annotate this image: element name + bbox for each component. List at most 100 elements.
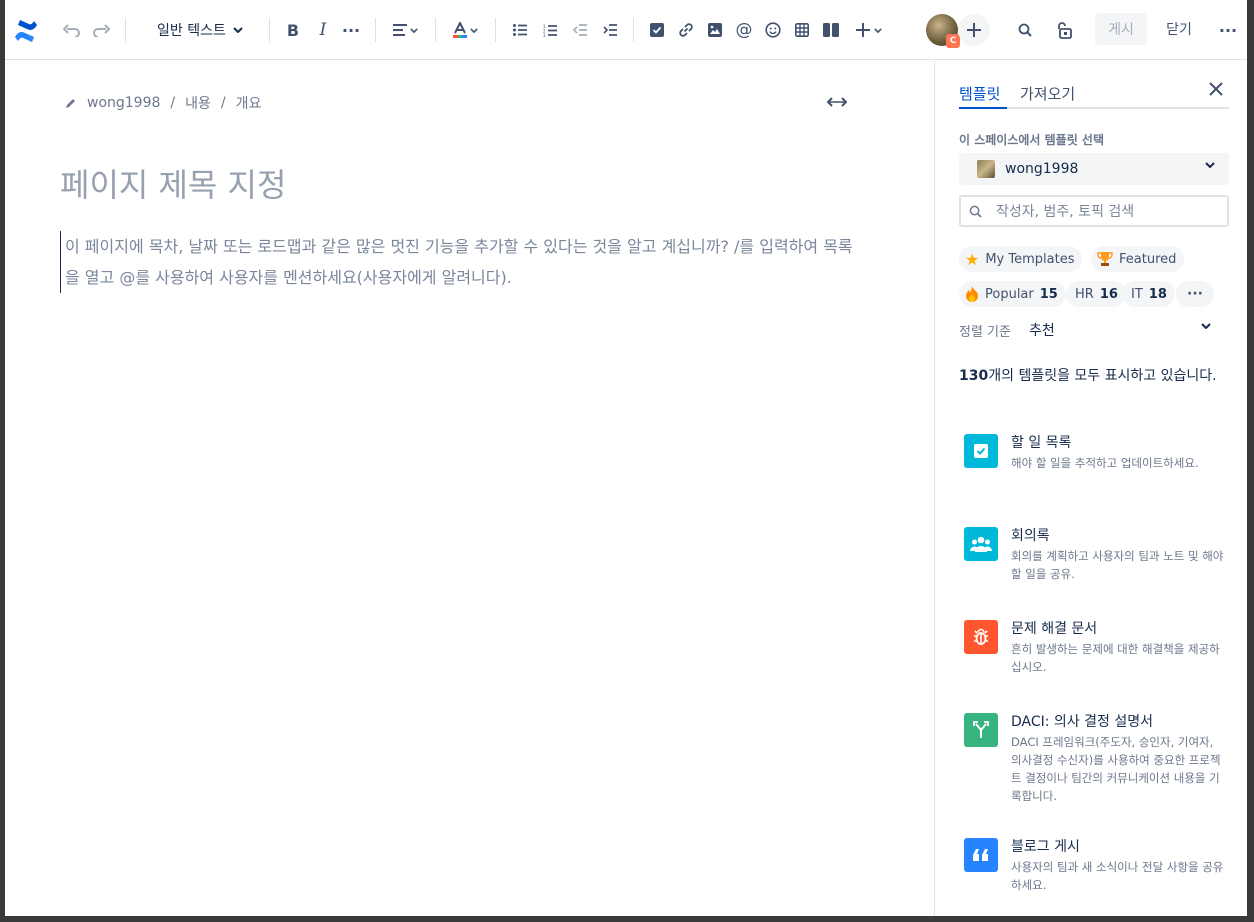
chip-count: 18 [1148,286,1167,302]
text-color-icon[interactable] [447,16,483,44]
table-icon[interactable] [790,16,814,44]
toolbar-divider [269,18,270,42]
template-search-input[interactable]: 작성자, 범주, 토픽 검색 [959,195,1229,227]
breadcrumb-separator: / [220,95,226,111]
bullet-list-icon[interactable] [508,16,532,44]
sidebar-tabs: 템플릿 가져오기 [959,81,1229,109]
space-select[interactable]: wong1998 [959,153,1229,185]
template-description: DACI 프레임워크(주도자, 승인자, 기여자, 의사결정 수신자)를 사용하… [1011,735,1221,803]
chip-count: 15 [1039,286,1058,302]
breadcrumb-overview[interactable]: 개요 [236,93,262,113]
action-item-checkbox-icon[interactable] [645,16,669,44]
chip-label: HR [1075,286,1094,302]
editor-area: wong1998 / 내용 / 개요 페이지 제목 지정 이 페이지에 목차, … [5,61,934,916]
bug-icon [964,620,998,654]
indent-icon[interactable] [598,16,622,44]
text-style-label: 일반 텍스트 [157,23,226,39]
undo-icon[interactable] [60,16,84,44]
close-button[interactable]: 닫기 [1157,13,1201,45]
chip-label: My Templates [985,251,1075,267]
page-body-editor[interactable]: 이 페이지에 목차, 날짜 또는 로드맵과 같은 많은 멋진 기능을 추가할 수… [60,231,866,293]
avatar-badge: C [946,34,960,48]
template-description: 해야 할 일을 추적하고 업데이트하세요. [1011,456,1199,470]
template-count-number: 130 [959,368,989,384]
fire-icon [966,286,978,302]
chip-label: Popular [985,286,1034,302]
chevron-down-icon [233,27,243,33]
chevron-down-icon [1201,323,1211,329]
people-icon [964,527,998,561]
emoji-icon[interactable] [761,16,785,44]
template-title: 문제 해결 문서 [1011,621,1098,637]
chip-popular[interactable]: Popular 15 [959,281,1066,307]
toolbar-divider [375,18,376,42]
chip-more-icon[interactable]: ··· [1176,281,1214,307]
template-description: 흔히 발생하는 문제에 대한 해결책을 제공하십시오. [1011,642,1220,674]
outdent-icon[interactable] [568,16,592,44]
restrictions-unlock-icon[interactable] [1052,16,1076,44]
link-icon[interactable] [674,16,698,44]
more-formatting-icon[interactable]: ··· [339,16,363,44]
quote-icon [964,838,998,872]
breadcrumb-content[interactable]: 내용 [185,93,211,113]
toolbar-divider [125,18,126,42]
more-options-icon[interactable]: ··· [1216,16,1240,44]
space-avatar [977,160,995,178]
toolbar-divider [495,18,496,42]
template-title: 할 일 목록 [1011,435,1072,451]
plus-icon [967,23,981,37]
tab-import[interactable]: 가져오기 [1020,83,1075,104]
space-select-label: 이 스페이스에서 템플릿 선택 [959,133,1105,147]
chip-my-templates[interactable]: ★ My Templates [959,246,1083,272]
image-icon[interactable] [703,16,727,44]
text-style-select[interactable]: 일반 텍스트 [155,16,245,44]
template-count-suffix: 개의 템플릿을 모두 표시하고 있습니다. [988,368,1217,384]
sort-select[interactable]: 정렬 기준 추천 [959,320,1229,340]
chip-label: Featured [1119,251,1177,267]
close-icon[interactable] [1208,81,1224,101]
publish-button[interactable]: 게시 [1095,13,1147,45]
italic-icon[interactable]: I [311,16,335,44]
checkbox-icon [964,434,998,468]
decision-branch-icon [964,713,998,747]
trophy-icon [1097,252,1113,266]
toolbar-divider [633,18,634,42]
editor-toolbar: 일반 텍스트 B I ··· 123 @ C 게시 닫기 ··· [5,0,1247,60]
confluence-logo-icon[interactable] [9,14,43,48]
template-description: 사용자의 팀과 새 소식이나 전달 사항을 공유하세요. [1011,860,1224,892]
template-count-text: 130개의 템플릿을 모두 표시하고 있습니다. [959,366,1245,387]
mention-icon[interactable]: @ [732,16,756,44]
pencil-icon [66,99,75,108]
redo-icon[interactable] [89,16,113,44]
breadcrumb-space[interactable]: wong1998 [87,95,160,111]
search-icon [969,205,982,218]
template-sidebar: 템플릿 가져오기 이 스페이스에서 템플릿 선택 wong1998 작성자, 범… [934,61,1247,916]
chip-label: IT [1131,286,1143,302]
numbered-list-icon[interactable]: 123 [538,16,562,44]
chip-hr[interactable]: HR 16 [1066,281,1126,307]
toolbar-divider [435,18,436,42]
app-window: 일반 텍스트 B I ··· 123 @ C 게시 닫기 ··· wong199… [5,0,1247,916]
chip-it[interactable]: IT 18 [1122,281,1175,307]
layouts-icon[interactable] [819,16,843,44]
sort-label: 정렬 기준 [959,324,1011,340]
chip-count: 16 [1099,286,1118,302]
breadcrumb-separator: / [170,95,176,111]
insert-more-icon[interactable] [851,16,887,44]
page-title-input[interactable]: 페이지 제목 지정 [60,160,286,206]
chip-featured[interactable]: Featured [1091,246,1185,272]
chevron-down-icon [1205,162,1215,168]
bold-icon[interactable]: B [281,16,305,44]
tab-templates[interactable]: 템플릿 [959,83,1000,104]
search-placeholder: 작성자, 범주, 토픽 검색 [996,204,1135,220]
svg-text:3: 3 [543,33,546,37]
invite-plus-button[interactable] [958,14,990,46]
full-width-toggle-icon[interactable] [826,93,848,112]
active-tab-indicator [959,107,1007,109]
breadcrumb: wong1998 / 내용 / 개요 [65,93,261,113]
template-description: 회의를 계획하고 사용자의 팀과 노트 및 해야할 일을 공유. [1011,549,1224,581]
sort-value: 추천 [1028,323,1055,339]
search-icon[interactable] [1013,16,1037,44]
star-icon: ★ [965,249,980,269]
alignment-icon[interactable] [387,16,423,44]
